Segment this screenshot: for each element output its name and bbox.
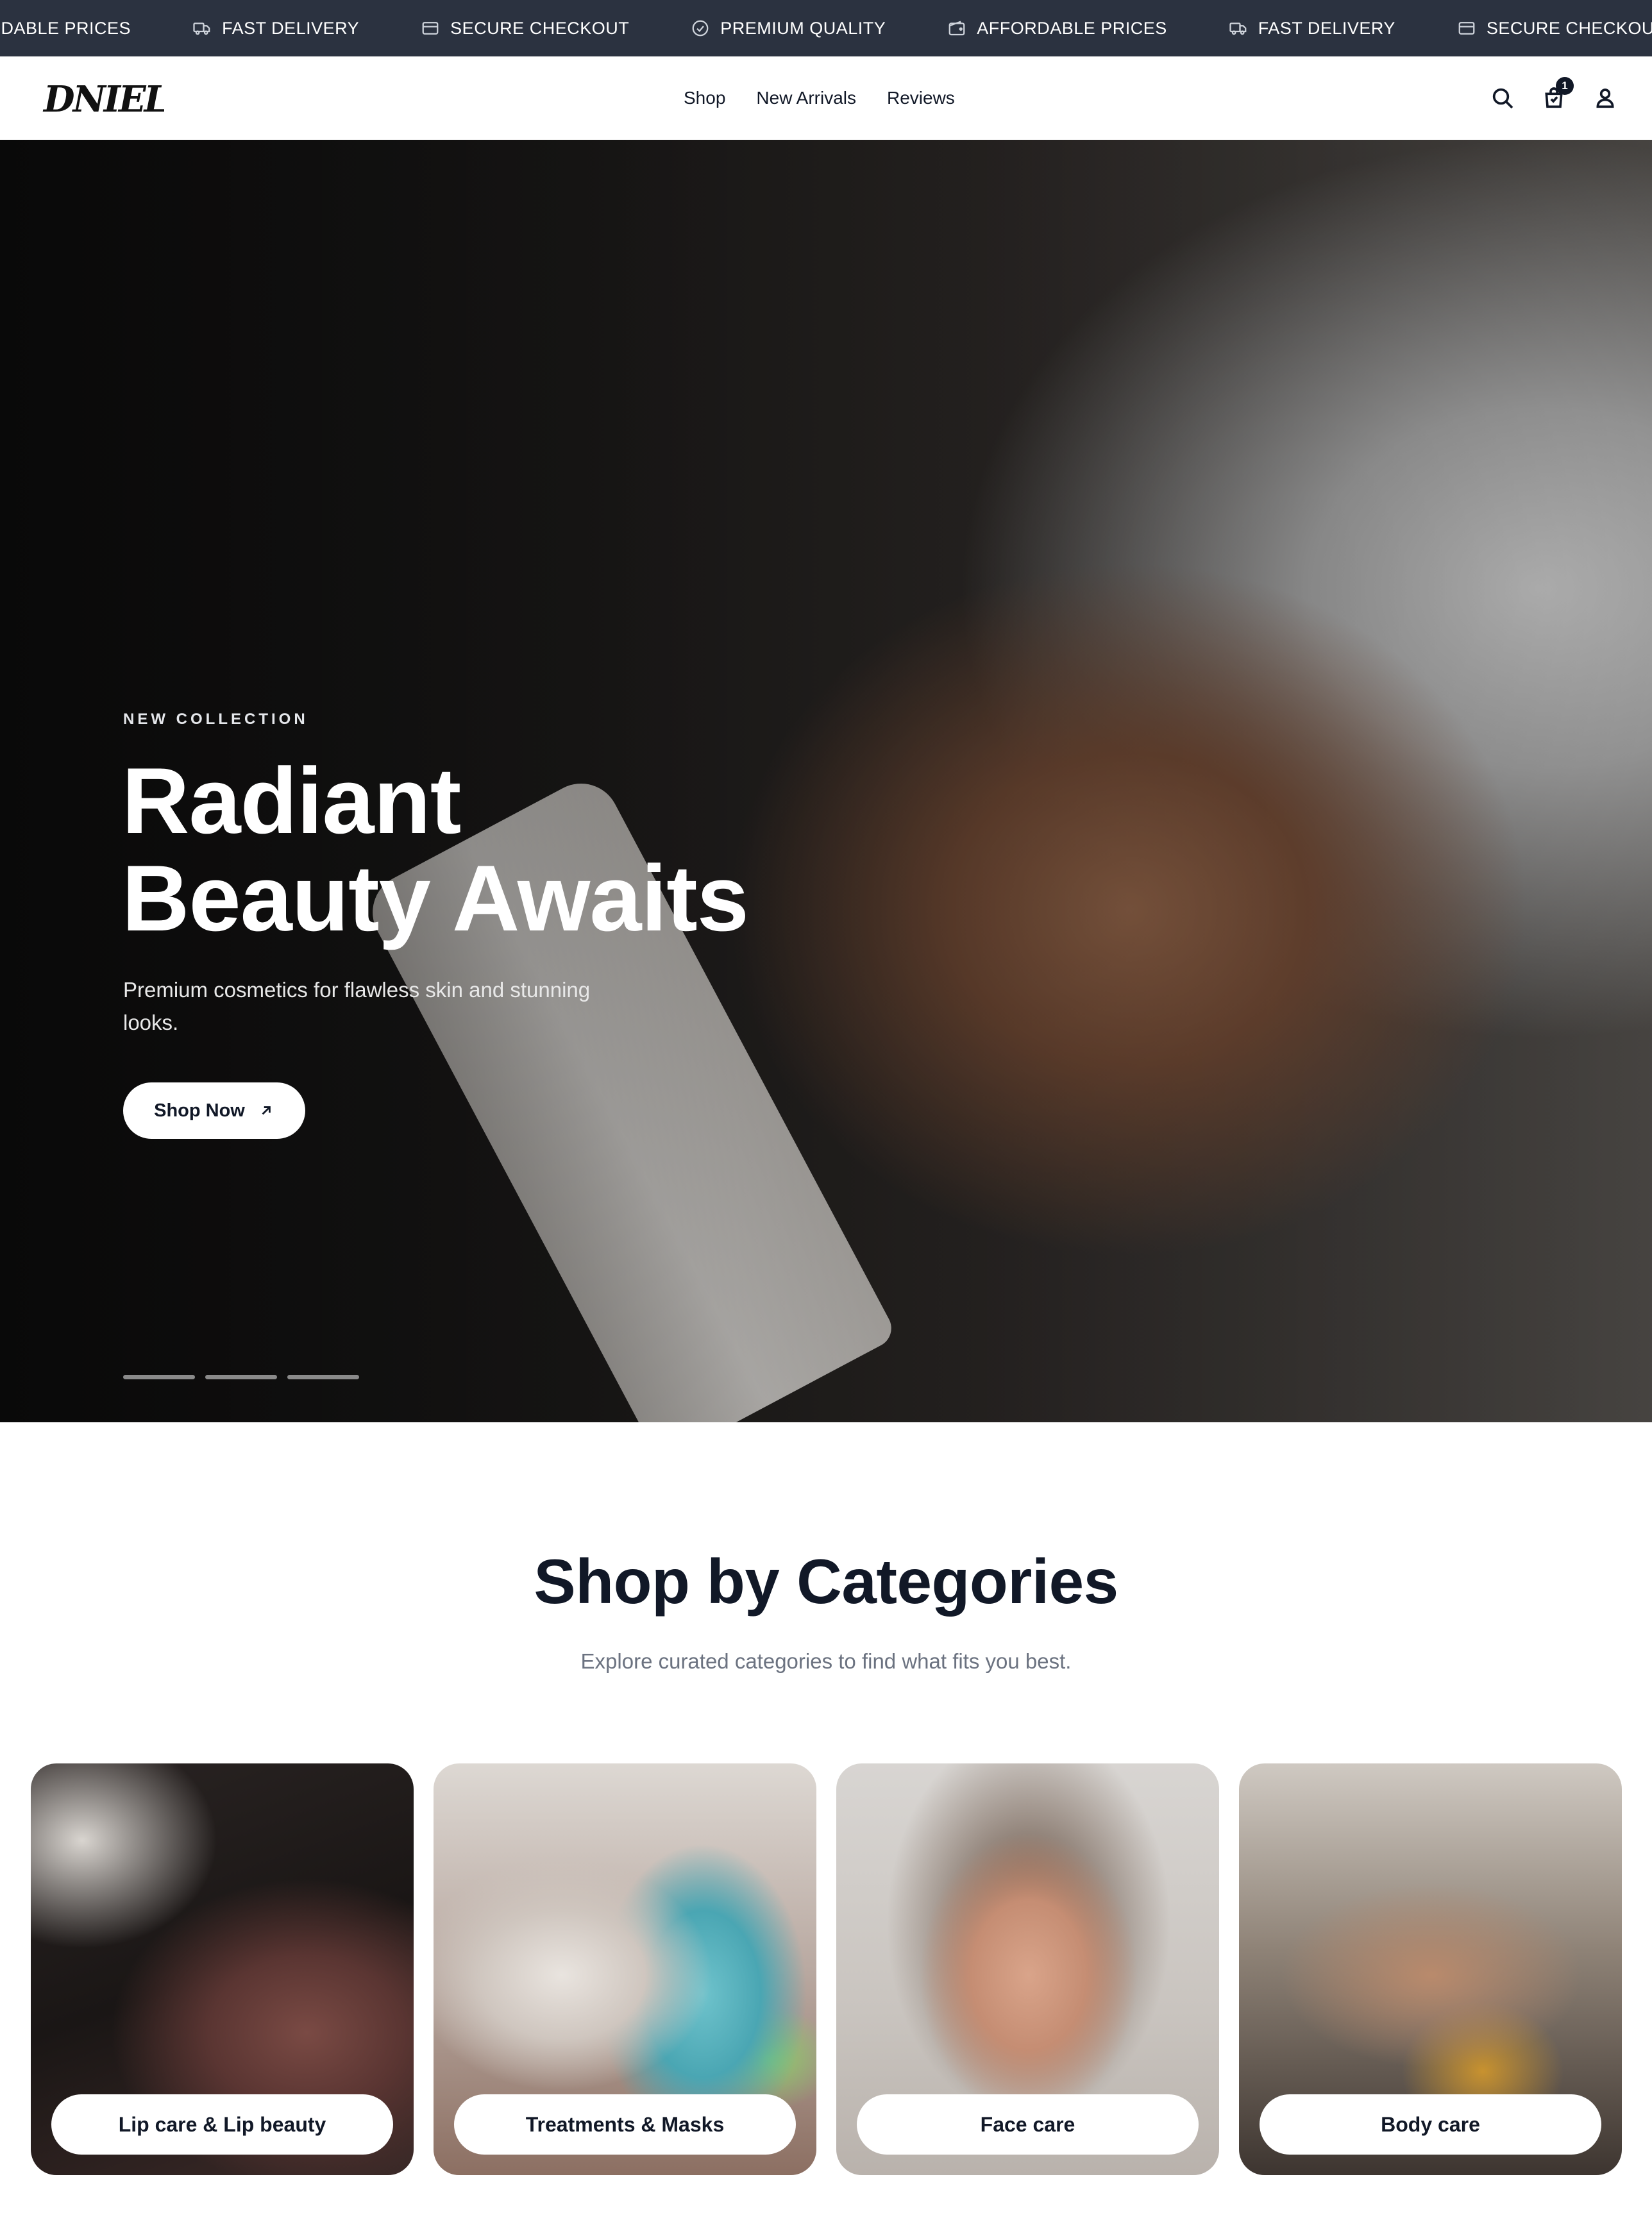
categories-subtitle: Explore curated categories to find what … <box>580 1649 1072 1673</box>
ticker-item: PREMIUM QUALITY <box>691 19 886 38</box>
header-actions: 1 <box>1465 56 1619 140</box>
ticker-label: FAST DELIVERY <box>1258 18 1395 38</box>
hero-title: Radiant Beauty Awaits <box>122 752 827 947</box>
slider-dot[interactable] <box>205 1375 277 1379</box>
search-icon <box>1492 88 1513 109</box>
category-card-face-care[interactable]: Face care <box>836 1763 1219 2175</box>
nav-shop[interactable]: Shop <box>684 88 725 108</box>
credit-card-icon <box>422 22 439 35</box>
slider-dots <box>123 1375 369 1379</box>
ticker-item: ORDABLE PRICES <box>0 19 131 38</box>
categories-title: Shop by Categories <box>534 1546 1118 1617</box>
arrow-up-right-icon <box>262 1106 271 1115</box>
cart-count-badge: 1 <box>1556 77 1574 95</box>
shop-now-label: Shop Now <box>154 1100 245 1121</box>
wallet-icon <box>948 21 965 36</box>
category-label[interactable]: Treatments & Masks <box>454 2094 796 2155</box>
ticker-label: ORDABLE PRICES <box>0 18 131 38</box>
ticker-item: SECURE CHECKOUT <box>1457 19 1652 38</box>
user-icon <box>1596 88 1614 108</box>
nav-reviews[interactable]: Reviews <box>887 88 955 108</box>
shop-now-button[interactable]: Shop Now <box>123 1082 305 1139</box>
hero-eyebrow: NEW COLLECTION <box>123 711 308 728</box>
cart-button[interactable]: 1 <box>1540 77 1574 112</box>
hero-title-line: Radiant <box>122 748 461 853</box>
ticker-label: PREMIUM QUALITY <box>720 18 886 38</box>
search-button[interactable] <box>1489 85 1516 112</box>
brand-logo[interactable]: DNIELLE <box>42 74 221 122</box>
truck-icon <box>193 22 210 35</box>
ticker-item: FAST DELIVERY <box>1229 19 1395 38</box>
category-label[interactable]: Lip care & Lip beauty <box>51 2094 393 2155</box>
ticker-item: FAST DELIVERY <box>192 19 359 38</box>
category-label[interactable]: Body care <box>1260 2094 1601 2155</box>
ticker-label: FAST DELIVERY <box>222 18 360 38</box>
category-card-treatments-masks[interactable]: Treatments & Masks <box>434 1763 816 2175</box>
announcement-bar: ORDABLE PRICES FAST DELIVERY SECURE CHEC… <box>0 0 1652 56</box>
truck-icon <box>1229 22 1247 35</box>
slider-dot[interactable] <box>287 1375 359 1379</box>
site-header: DNIELLE Shop New Arrivals Reviews 1 <box>0 56 1652 140</box>
announcement-track: ORDABLE PRICES FAST DELIVERY SECURE CHEC… <box>0 0 1652 56</box>
svg-text:DNIELLE: DNIELLE <box>42 78 164 121</box>
account-button[interactable] <box>1592 85 1619 112</box>
ticker-item: AFFORDABLE PRICES <box>947 19 1167 38</box>
category-card-lip-care[interactable]: Lip care & Lip beauty <box>31 1763 414 2175</box>
hero-banner: NEW COLLECTION Radiant Beauty Awaits Pre… <box>0 140 1652 1422</box>
logo-wordmark-icon: DNIELLE <box>42 78 221 121</box>
hero-title-line: Beauty Awaits <box>122 846 749 950</box>
check-circle-icon <box>692 20 709 37</box>
ticker-label: SECURE CHECKOUT <box>1486 18 1652 38</box>
ticker-item: SECURE CHECKOUT <box>421 19 629 38</box>
hero-subtitle: Premium cosmetics for flawless skin and … <box>123 978 591 1034</box>
nav-new-arrivals[interactable]: New Arrivals <box>756 88 856 108</box>
credit-card-icon <box>1458 22 1475 35</box>
slider-dot[interactable] <box>123 1375 195 1379</box>
category-label[interactable]: Face care <box>857 2094 1199 2155</box>
category-card-body-care[interactable]: Body care <box>1239 1763 1622 2175</box>
main-nav: Shop New Arrivals Reviews <box>684 56 986 140</box>
category-grid: Lip care & Lip beauty Treatments & Masks… <box>31 1763 1622 2175</box>
ticker-label: AFFORDABLE PRICES <box>977 18 1167 38</box>
ticker-label: SECURE CHECKOUT <box>450 18 630 38</box>
